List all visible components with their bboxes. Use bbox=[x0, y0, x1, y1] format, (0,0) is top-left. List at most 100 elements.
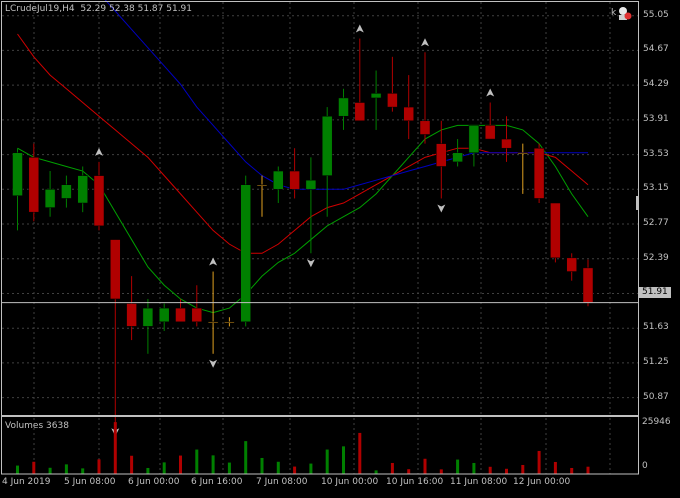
candle-body bbox=[61, 184, 72, 199]
candle bbox=[517, 143, 529, 194]
volume-bar bbox=[211, 455, 215, 474]
candle bbox=[484, 102, 496, 140]
candle-body bbox=[191, 307, 203, 323]
volume-panel-frame bbox=[1, 416, 639, 475]
chart-window[interactable]: LCrudeJul19,H4 52.29 52.38 51.87 51.91 V… bbox=[0, 0, 680, 494]
time-tick-label: 10 Jun 16:00 bbox=[386, 477, 444, 487]
fractal-up-marker bbox=[421, 38, 429, 47]
volume-bar bbox=[276, 461, 280, 474]
candle bbox=[321, 107, 333, 217]
volume-bar bbox=[325, 449, 329, 474]
candle bbox=[142, 298, 154, 354]
candle bbox=[419, 52, 431, 144]
volume-bar bbox=[32, 461, 36, 474]
ohlc-readout: 52.29 52.38 51.87 51.91 bbox=[80, 4, 193, 14]
candle bbox=[93, 161, 105, 231]
candle bbox=[158, 303, 170, 331]
volume-bar bbox=[244, 441, 248, 474]
candle bbox=[338, 88, 349, 130]
volume-bar bbox=[113, 422, 117, 474]
time-tick-label: 6 Jun 00:00 bbox=[128, 477, 180, 487]
time-tick-label: 7 Jun 08:00 bbox=[256, 477, 308, 487]
price-tick-label: 53.15 bbox=[643, 183, 669, 194]
volume-bar bbox=[537, 450, 541, 474]
candle-body bbox=[452, 152, 463, 163]
candle bbox=[387, 56, 398, 112]
candle bbox=[12, 148, 23, 231]
candle-body bbox=[224, 321, 235, 324]
candle-body bbox=[77, 175, 88, 204]
volume-bar bbox=[505, 468, 508, 474]
volume-bar bbox=[407, 469, 411, 474]
candle-body bbox=[582, 267, 594, 303]
candle bbox=[126, 276, 137, 341]
volume-bar bbox=[521, 464, 525, 474]
candle-body bbox=[338, 97, 349, 117]
volume-bar bbox=[146, 467, 150, 474]
candle bbox=[77, 166, 88, 213]
candle-body bbox=[501, 138, 512, 149]
candle bbox=[273, 166, 284, 204]
candle-body bbox=[468, 125, 480, 154]
expert-advisor-status-icon: k bbox=[611, 8, 617, 18]
volume-bar bbox=[97, 459, 101, 474]
candle bbox=[61, 175, 72, 208]
volume-bar bbox=[227, 462, 231, 474]
candle-body bbox=[93, 175, 105, 227]
candle-body bbox=[110, 239, 121, 300]
candle bbox=[566, 253, 577, 281]
volume-bar bbox=[195, 449, 199, 474]
volume-bar bbox=[390, 462, 394, 474]
chart-shift-handle[interactable] bbox=[636, 196, 639, 210]
candle bbox=[370, 70, 382, 130]
candle-body bbox=[175, 307, 186, 323]
candle-body bbox=[12, 152, 23, 196]
candle-body bbox=[240, 184, 251, 323]
candle-body bbox=[28, 157, 40, 213]
candle-body bbox=[44, 189, 56, 208]
candle-body bbox=[289, 170, 300, 190]
volume-bar bbox=[456, 459, 460, 474]
expert-advisor-icon[interactable] bbox=[616, 5, 632, 21]
price-tick-label: 52.77 bbox=[643, 218, 669, 229]
time-tick-label: 11 Jun 08:00 bbox=[450, 477, 508, 487]
candle bbox=[305, 157, 317, 254]
candle bbox=[110, 239, 121, 423]
volume-bar bbox=[64, 464, 68, 474]
volume-bar bbox=[293, 466, 297, 474]
candle-body bbox=[207, 321, 219, 324]
volume-bar bbox=[342, 446, 345, 474]
candle-body bbox=[419, 120, 431, 135]
candles[interactable] bbox=[12, 38, 594, 423]
candle bbox=[224, 317, 235, 327]
volume-bar bbox=[179, 455, 182, 474]
volume-bar bbox=[309, 463, 313, 474]
price-tick-label: 52.39 bbox=[643, 252, 669, 263]
candle bbox=[207, 271, 219, 354]
volume-bar bbox=[439, 469, 443, 474]
chart-canvas[interactable] bbox=[0, 0, 680, 494]
candle-body bbox=[370, 93, 382, 99]
candle-body bbox=[387, 93, 398, 108]
candle-body bbox=[273, 170, 284, 190]
volume-bar bbox=[81, 468, 85, 474]
volume-zero-label: 0 bbox=[642, 461, 648, 471]
candle-body bbox=[403, 106, 414, 122]
candle-body bbox=[354, 102, 366, 122]
price-tick-label: 54.67 bbox=[643, 44, 669, 55]
fractal-up-marker bbox=[209, 257, 218, 266]
candle bbox=[256, 175, 268, 217]
moving-averages bbox=[17, 0, 589, 314]
volume-bar bbox=[570, 467, 574, 474]
candle bbox=[289, 148, 300, 199]
price-tick-label: 51.63 bbox=[643, 322, 669, 333]
time-tick-label: 12 Jun 00:00 bbox=[513, 477, 571, 487]
candle bbox=[468, 125, 480, 167]
candle bbox=[44, 171, 56, 217]
symbol-timeframe: LCrudeJul19,H4 bbox=[5, 4, 75, 14]
price-tick-label: 50.87 bbox=[643, 391, 669, 402]
candle-body bbox=[256, 184, 268, 186]
candle-body bbox=[436, 143, 447, 167]
volume-label: Volumes 3638 bbox=[5, 421, 69, 431]
candle-body bbox=[484, 125, 496, 140]
